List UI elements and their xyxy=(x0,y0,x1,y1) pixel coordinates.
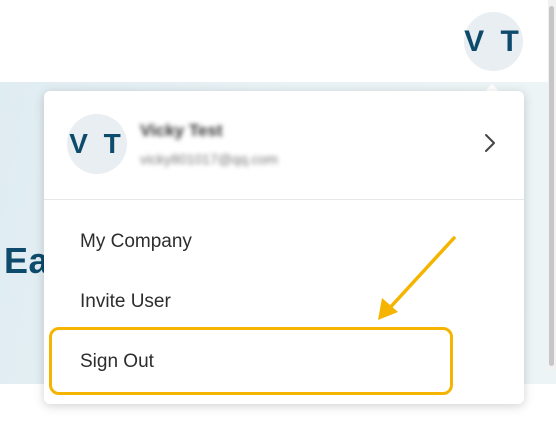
avatar: V T xyxy=(67,114,127,174)
hero-title: Ea xyxy=(4,240,50,281)
user-avatar-button[interactable]: V T xyxy=(464,12,523,71)
scrollbar[interactable] xyxy=(548,0,556,370)
sign-out-highlight-box xyxy=(49,327,453,395)
scrollbar-thumb[interactable] xyxy=(549,6,554,366)
user-email: vicky801017@qq.com xyxy=(140,151,278,167)
user-name: Vicky Test xyxy=(140,121,223,140)
user-profile-row[interactable]: V T Vicky Test vicky801017@qq.com xyxy=(44,91,524,200)
menu-item-my-company[interactable]: My Company xyxy=(80,231,192,253)
annotation-arrow-icon xyxy=(378,236,456,320)
chevron-right-icon xyxy=(485,134,495,152)
menu-item-invite-user[interactable]: Invite User xyxy=(80,291,171,313)
